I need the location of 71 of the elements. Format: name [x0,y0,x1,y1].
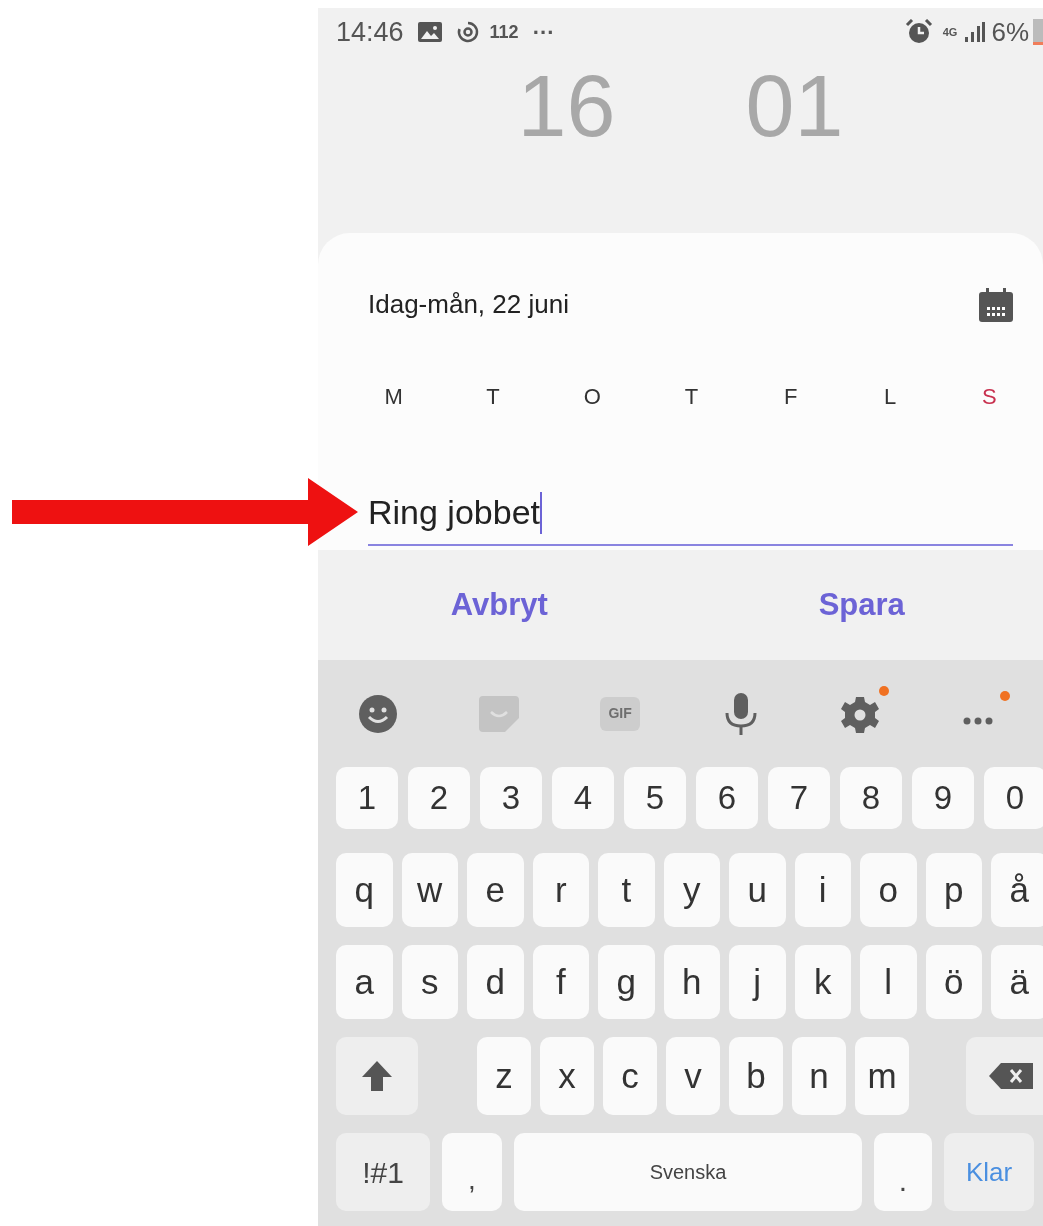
save-button[interactable]: Spara [810,581,913,629]
keyboard-key[interactable]: b [729,1037,783,1115]
keyboard-key[interactable]: k [794,945,851,1019]
battery-percent: 6% [991,15,1029,49]
keyboard-key[interactable]: j [729,945,786,1019]
keyboard-key[interactable]: e [467,853,524,927]
alarm-clock-icon [904,19,933,45]
symbols-key[interactable]: !#1 [336,1133,430,1211]
keyboard-key[interactable]: 2 [408,767,470,829]
keyboard-key[interactable]: s [401,945,458,1019]
status-time: 14:46 [336,15,404,49]
weekday-toggle[interactable]: F [784,380,798,413]
weekday-toggle[interactable]: M [384,380,403,413]
keyboard-key[interactable]: i [794,853,851,927]
keyboard-key[interactable]: t [598,853,655,927]
signal-icon [965,22,986,42]
keyboard-key[interactable]: ö [925,945,982,1019]
keyboard-key[interactable]: v [666,1037,720,1115]
keyboard-key[interactable]: 8 [840,767,902,829]
keyboard-key[interactable]: a [336,945,393,1019]
network-type: 4G [942,26,958,38]
weekday-toggle[interactable]: T [486,380,500,413]
keyboard-key[interactable]: u [729,853,786,927]
keyboard-key[interactable]: p [925,853,982,927]
calendar-icon[interactable] [979,287,1013,322]
up-arrow-icon [360,1059,394,1093]
keyboard-key[interactable]: z [477,1037,531,1115]
image-icon [417,22,442,42]
keyboard-key[interactable]: c [603,1037,657,1115]
keyboard-key[interactable]: f [532,945,589,1019]
weekday-toggle[interactable]: L [883,380,897,413]
keyboard-key[interactable]: m [855,1037,909,1115]
keyboard-key[interactable]: r [532,853,589,927]
keyboard-key[interactable]: n [792,1037,846,1115]
weekday-toggle[interactable]: O [583,380,601,413]
keyboard-key[interactable]: w [401,853,458,927]
weekday-toggle[interactable]: T [684,380,699,413]
backspace-key[interactable] [966,1037,1043,1115]
weekday-toggle[interactable]: S [982,380,997,413]
backspace-icon [989,1063,1033,1089]
keyboard-key[interactable]: 3 [480,767,542,829]
keyboard-key[interactable]: å [991,853,1043,927]
keyboard-key[interactable]: 4 [552,767,614,829]
space-key[interactable]: Svenska [514,1133,862,1211]
alarm-name-field[interactable]: Ring jobbet [368,487,1013,546]
keyboard-key[interactable]: 9 [912,767,974,829]
keyboard-key[interactable]: ä [991,945,1043,1019]
period-key[interactable]: . [874,1133,932,1211]
comma-key[interactable]: , [442,1133,502,1211]
keyboard-key[interactable]: 1 [336,767,398,829]
keyboard-key[interactable]: 7 [768,767,830,829]
keyboard-key[interactable]: 5 [624,767,686,829]
keyboard-key[interactable]: d [467,945,524,1019]
keyboard-key[interactable]: l [860,945,917,1019]
alarm-date: Idag-mån, 22 juni [368,288,569,321]
keyboard-key[interactable]: x [540,1037,594,1115]
keyboard-key[interactable]: 6 [696,767,758,829]
more-notifications: ··· [532,18,555,47]
keyboard-key[interactable]: o [860,853,917,927]
keyboard-key[interactable]: y [663,853,720,927]
smiley-icon[interactable] [358,693,399,734]
sync-icon [455,20,480,44]
keyboard-key[interactable]: h [663,945,720,1019]
cancel-button[interactable]: Avbryt [442,581,556,629]
keyboard-key[interactable]: g [598,945,655,1019]
keyboard-key[interactable]: q [336,853,393,927]
battery-icon [1033,19,1043,45]
microphone-icon[interactable] [723,692,758,735]
keyboard-key[interactable]: 0 [984,767,1043,829]
notification-count: 112 [489,20,519,44]
shift-key[interactable] [336,1037,418,1115]
